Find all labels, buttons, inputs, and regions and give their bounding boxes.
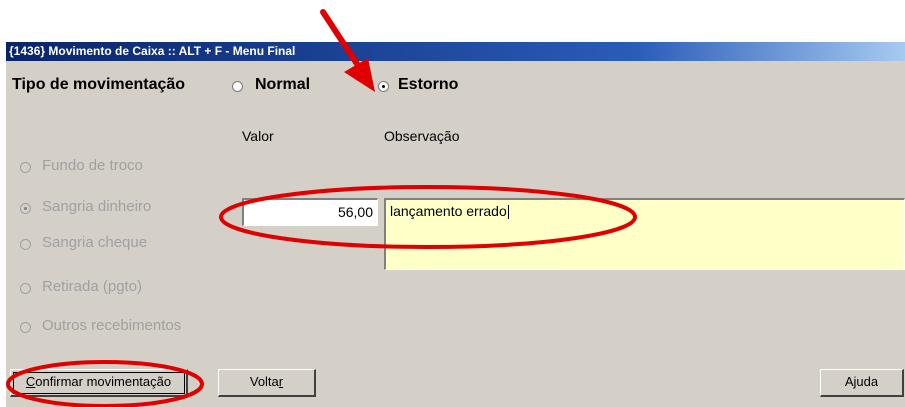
sangria-dinheiro-label: Sangria dinheiro: [42, 198, 152, 215]
sangria-cheque-label: Sangria cheque: [42, 234, 148, 251]
radio-sangria-dinheiro[interactable]: [20, 203, 31, 214]
window-title: {1436} Movimento de Caixa :: ALT + F - M…: [9, 44, 296, 58]
movimento-caixa-window: {1436} Movimento de Caixa :: ALT + F - M…: [6, 42, 905, 407]
radio-outros-recebimentos[interactable]: [20, 322, 31, 333]
fundo-de-troco-label: Fundo de troco: [42, 157, 143, 174]
observacao-text: lançamento errado: [390, 203, 507, 219]
voltar-mnemonic: r: [278, 374, 284, 389]
radio-retirada-pgto[interactable]: [20, 283, 31, 294]
outros-recebimentos-label: Outros recebimentos: [42, 317, 182, 334]
radio-estorno-label[interactable]: Estorno: [398, 76, 458, 94]
title-bar: {1436} Movimento de Caixa :: ALT + F - M…: [6, 42, 905, 61]
observacao-input[interactable]: lançamento errado: [384, 198, 905, 270]
confirmar-label: onfirmar movimentação: [35, 374, 172, 389]
radio-fundo-de-troco[interactable]: [20, 162, 31, 173]
ajuda-button[interactable]: Ajuda: [820, 369, 904, 397]
valor-column-header: Valor: [242, 128, 274, 144]
voltar-button[interactable]: Voltar: [218, 369, 316, 397]
retirada-pgto-label: Retirada (pgto): [42, 278, 143, 295]
ajuda-label: Ajuda: [844, 374, 879, 389]
confirmar-movimentacao-button[interactable]: Confirmar movimentação: [10, 369, 188, 397]
voltar-label: Volta: [249, 374, 279, 389]
radio-sangria-cheque[interactable]: [20, 239, 31, 250]
radio-estorno[interactable]: [378, 81, 389, 92]
confirmar-mnemonic: C: [25, 374, 36, 389]
radio-normal[interactable]: [232, 81, 243, 92]
valor-input[interactable]: 56,00: [242, 198, 378, 226]
observacao-column-header: Observação: [384, 128, 460, 144]
text-caret: [507, 205, 509, 220]
radio-normal-label[interactable]: Normal: [255, 76, 310, 94]
tipo-movimentacao-label: Tipo de movimentação: [12, 76, 186, 93]
